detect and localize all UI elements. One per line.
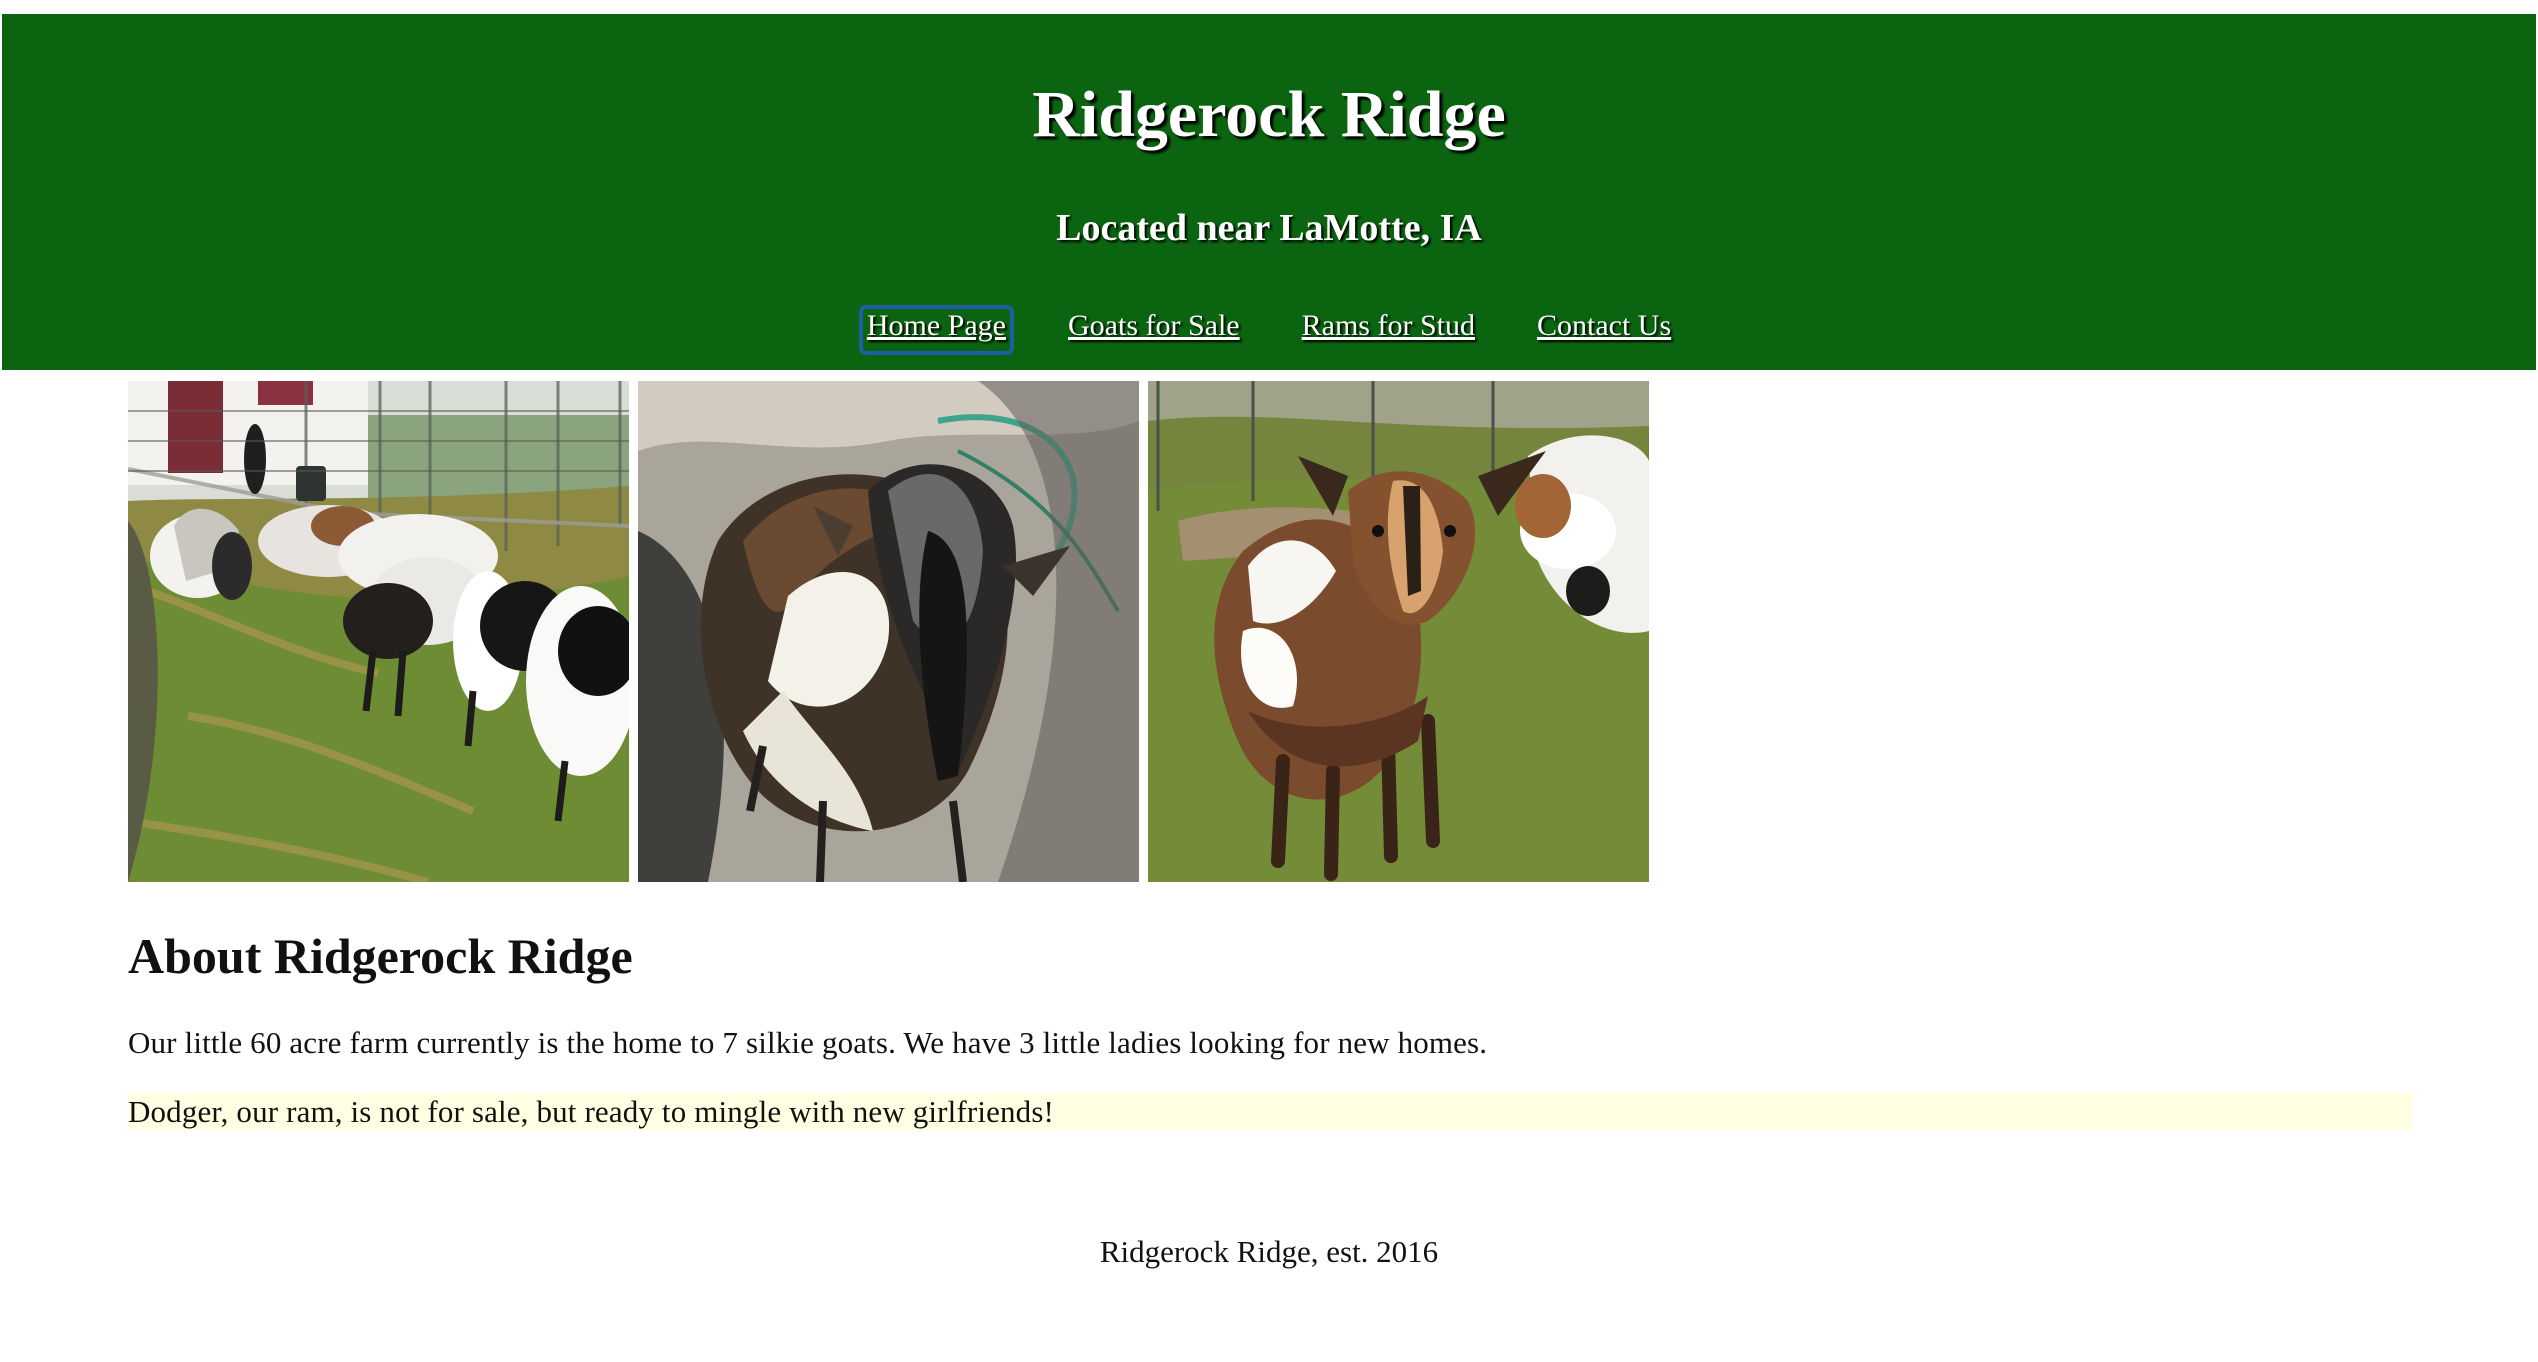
- nav-contact-us-link[interactable]: Contact Us: [1529, 305, 1679, 355]
- about-heading: About Ridgerock Ridge: [128, 928, 633, 984]
- site-header: Ridgerock Ridge Located near LaMotte, IA…: [2, 14, 2536, 370]
- nav-rams-for-stud-link[interactable]: Rams for Stud: [1294, 305, 1483, 355]
- brown-goat-on-grass-photo: [1148, 381, 1649, 882]
- nav-home-page-link[interactable]: Home Page: [858, 305, 1014, 355]
- site-footer: Ridgerock Ridge, est. 2016: [1099, 1234, 1439, 1269]
- main-navigation: Home Page Goats for Sale Rams for Stud C…: [2, 305, 2536, 355]
- site-subtitle: Located near LaMotte, IA: [1056, 207, 1482, 249]
- about-introduction: Our little 60 acre farm currently is the…: [128, 1025, 1488, 1060]
- site-title: Ridgerock Ridge: [1032, 78, 1506, 151]
- ram-availability-note: Dodger, our ram, is not for sale, but re…: [128, 1093, 2412, 1130]
- nav-goats-for-sale-link[interactable]: Goats for Sale: [1060, 305, 1248, 355]
- goat-herd-in-pen-photo: [128, 381, 629, 882]
- goat-photo-gallery: [128, 381, 1650, 882]
- long-haired-goat-photo: [638, 381, 1139, 882]
